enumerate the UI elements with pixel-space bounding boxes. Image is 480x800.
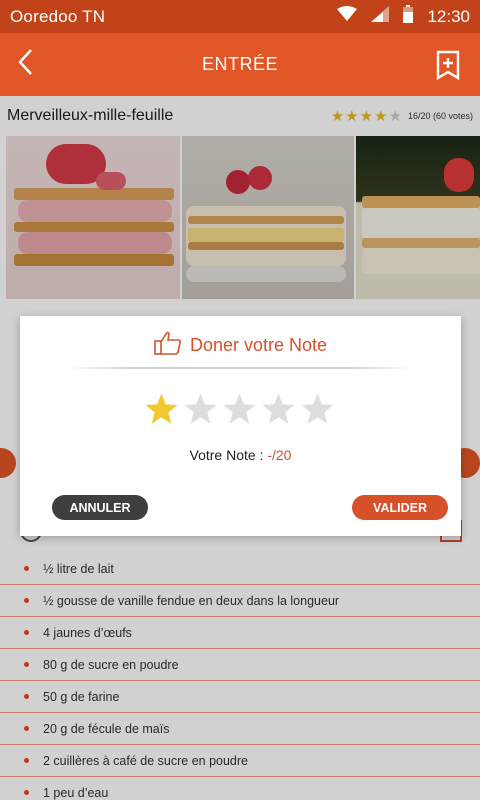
page-title: ENTRÉE [201, 54, 278, 74]
star-icon[interactable] [183, 392, 218, 427]
rating-star-picker[interactable] [144, 392, 335, 427]
chevron-left-icon [17, 48, 33, 81]
signal-icon [371, 6, 390, 27]
validate-button[interactable]: VALIDER [352, 495, 448, 520]
star-icon[interactable] [261, 392, 296, 427]
battery-icon [403, 5, 414, 28]
back-button[interactable] [10, 48, 40, 81]
bookmark-button[interactable] [436, 50, 464, 81]
note-label: Votre Note : [189, 447, 268, 463]
carrier-name: Ooredoo TN [10, 6, 106, 26]
divider [65, 367, 416, 369]
rating-dialog: Doner votre Note Votre Note : -/20 ANNUL… [20, 316, 461, 536]
star-icon[interactable] [300, 392, 335, 427]
cancel-button[interactable]: ANNULER [52, 495, 148, 520]
star-icon[interactable] [222, 392, 257, 427]
star-icon[interactable] [144, 392, 179, 427]
dialog-title: Doner votre Note [189, 334, 328, 355]
thumbs-up-icon [154, 331, 182, 360]
bookmark-add-icon [436, 50, 460, 84]
app-bar: ENTRÉE [0, 33, 480, 96]
wifi-icon [337, 6, 358, 27]
note-value: -/20 [267, 447, 292, 463]
clock: 12:30 [427, 6, 470, 26]
note-display: Votre Note : -/20 [20, 447, 461, 463]
dialog-header: Doner votre Note [20, 330, 461, 360]
status-bar: Ooredoo TN 12:30 [0, 0, 480, 33]
